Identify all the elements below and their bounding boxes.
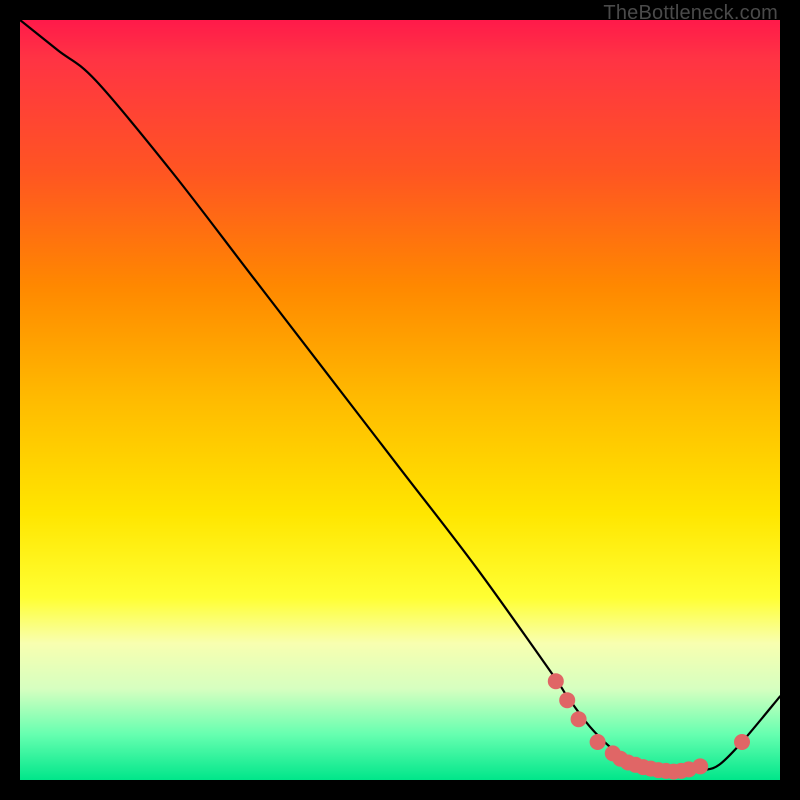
chart-marker [548, 673, 564, 689]
chart-marker [571, 711, 587, 727]
chart-marker [559, 692, 575, 708]
chart-curve [20, 20, 780, 773]
chart-container [20, 20, 780, 780]
chart-marker [692, 758, 708, 774]
chart-svg [20, 20, 780, 780]
chart-marker [590, 734, 606, 750]
chart-marker [734, 734, 750, 750]
